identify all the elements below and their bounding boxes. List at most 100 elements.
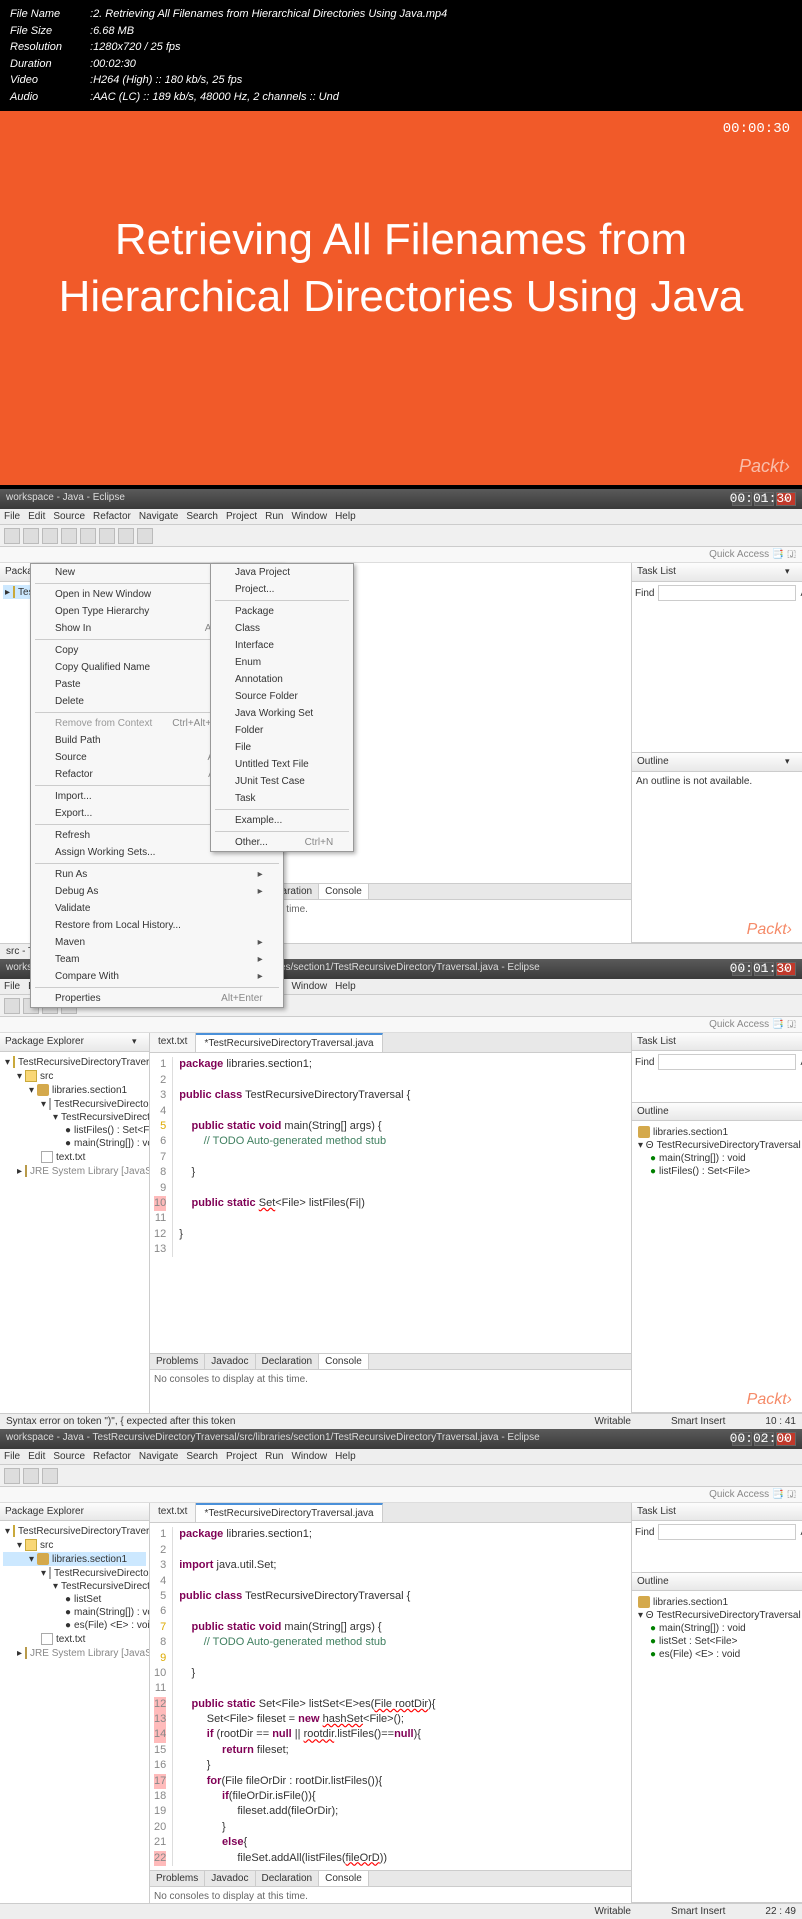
menu-run[interactable]: Run: [265, 511, 283, 522]
window-titlebar[interactable]: workspace - Java - TestRecursiveDirector…: [0, 1429, 802, 1449]
menu-item[interactable]: Team▸: [31, 951, 283, 968]
package-explorer-tab[interactable]: Package Explorer: [0, 1503, 149, 1521]
find-input[interactable]: [658, 585, 796, 601]
toolbar-icon[interactable]: [23, 528, 39, 544]
outline-method[interactable]: ●main(String[]) : void: [636, 1622, 798, 1635]
toolbar-icon[interactable]: [80, 528, 96, 544]
toolbar-icon[interactable]: [42, 1468, 58, 1484]
tasklist-tab[interactable]: Task List: [632, 1503, 802, 1521]
tree-jre[interactable]: ▸JRE System Library [JavaSE-1.8]: [3, 1164, 146, 1178]
menu-item[interactable]: Run As▸: [31, 866, 283, 883]
outline-tab[interactable]: Outline▾: [632, 753, 802, 772]
outline-method[interactable]: ●listSet : Set<File>: [636, 1635, 798, 1648]
menu-refactor[interactable]: Refactor: [93, 1451, 131, 1462]
toolbar-icon[interactable]: [137, 528, 153, 544]
quick-access-label[interactable]: Quick Access: [709, 549, 769, 560]
menu-item[interactable]: Java Project: [211, 564, 353, 581]
tree-method[interactable]: ●listFiles() : Set<File>: [3, 1124, 146, 1137]
outline-tab[interactable]: Outline: [632, 1573, 802, 1591]
menu-edit[interactable]: Edit: [28, 511, 45, 522]
menu-help[interactable]: Help: [335, 1451, 356, 1462]
menu-item[interactable]: Java Working Set: [211, 705, 353, 722]
tree-project[interactable]: ▾TestRecursiveDirectoryTraversal: [3, 1055, 146, 1069]
menu-item[interactable]: Example...: [211, 812, 353, 829]
menu-navigate[interactable]: Navigate: [139, 511, 178, 522]
editor-tab-text[interactable]: text.txt: [150, 1503, 196, 1522]
project-tree[interactable]: ▾TestRecursiveDirectoryTraversal ▾src ▾l…: [0, 1052, 149, 1413]
toolbar-icon[interactable]: [42, 528, 58, 544]
declaration-tab[interactable]: Declaration: [256, 1354, 320, 1369]
javadoc-tab[interactable]: Javadoc: [205, 1354, 255, 1369]
quick-access-label[interactable]: Quick Access: [709, 1019, 769, 1030]
menu-item[interactable]: Interface: [211, 637, 353, 654]
menu-file[interactable]: File: [4, 1451, 20, 1462]
tree-class[interactable]: ▾TestRecursiveDirectoryTraversal: [3, 1580, 146, 1593]
menu-project[interactable]: Project: [226, 1451, 257, 1462]
menu-file[interactable]: File: [4, 981, 20, 992]
menu-item[interactable]: File: [211, 739, 353, 756]
menu-run[interactable]: Run: [265, 1451, 283, 1462]
tasklist-tab[interactable]: Task List: [632, 1033, 802, 1051]
menu-item[interactable]: Annotation: [211, 671, 353, 688]
menu-refactor[interactable]: Refactor: [93, 511, 131, 522]
menu-item[interactable]: Project...: [211, 581, 353, 598]
menu-search[interactable]: Search: [186, 511, 218, 522]
toolbar-icon[interactable]: [23, 1468, 39, 1484]
tree-method[interactable]: ●listSet: [3, 1593, 146, 1606]
problems-tab[interactable]: Problems: [150, 1354, 205, 1369]
toolbar-icon[interactable]: [4, 998, 20, 1014]
outline-package[interactable]: libraries.section1: [636, 1125, 798, 1139]
menu-help[interactable]: Help: [335, 511, 356, 522]
tasklist-tab[interactable]: Task List▾: [632, 563, 802, 582]
tree-src[interactable]: ▾src: [3, 1069, 146, 1083]
project-tree[interactable]: ▾TestRecursiveDirectoryTraversal ▾src ▾l…: [0, 1521, 149, 1903]
problems-tab[interactable]: Problems: [150, 1871, 205, 1886]
toolbar-icon[interactable]: [4, 1468, 20, 1484]
tree-text-file[interactable]: text.txt: [3, 1150, 146, 1164]
menu-item[interactable]: JUnit Test Case: [211, 773, 353, 790]
menu-window[interactable]: Window: [291, 511, 327, 522]
menu-window[interactable]: Window: [291, 1451, 327, 1462]
menu-item[interactable]: Untitled Text File: [211, 756, 353, 773]
outline-tab[interactable]: Outline: [632, 1103, 802, 1121]
menu-item[interactable]: Source Folder: [211, 688, 353, 705]
editor-tab-text[interactable]: text.txt: [150, 1033, 196, 1052]
tree-package[interactable]: ▾libraries.section1: [3, 1552, 146, 1566]
tree-src[interactable]: ▾src: [3, 1538, 146, 1552]
tree-method[interactable]: ●main(String[]) : void: [3, 1606, 146, 1619]
javadoc-tab[interactable]: Javadoc: [205, 1871, 255, 1886]
toolbar-icon[interactable]: [118, 528, 134, 544]
console-tab[interactable]: Console: [319, 1871, 369, 1886]
toolbar-icon[interactable]: [99, 528, 115, 544]
menu-item[interactable]: Task: [211, 790, 353, 807]
code-editor[interactable]: 12345678910111213 package libraries.sect…: [150, 1053, 631, 1261]
tree-java-file[interactable]: ▾TestRecursiveDirectoryTraversal.ja: [3, 1097, 146, 1111]
outline-method[interactable]: ●listFiles() : Set<File>: [636, 1165, 798, 1178]
outline-method[interactable]: ●es(File) <E> : void: [636, 1648, 798, 1661]
toolbar-icon[interactable]: [61, 528, 77, 544]
menu-search[interactable]: Search: [186, 1451, 218, 1462]
menu-item[interactable]: Package: [211, 603, 353, 620]
outline-package[interactable]: libraries.section1: [636, 1595, 798, 1609]
menu-item[interactable]: Compare With▸: [31, 968, 283, 985]
menu-item[interactable]: Validate: [31, 900, 283, 917]
menu-item[interactable]: Enum: [211, 654, 353, 671]
menu-window[interactable]: Window: [291, 981, 327, 992]
menu-navigate[interactable]: Navigate: [139, 1451, 178, 1462]
quick-access-label[interactable]: Quick Access: [709, 1489, 769, 1500]
tree-jre[interactable]: ▸JRE System Library [JavaSE-1.8]: [3, 1646, 146, 1660]
package-explorer-tab[interactable]: Package Explorer▾: [0, 1033, 149, 1052]
console-tab[interactable]: Console: [319, 884, 369, 899]
console-tab[interactable]: Console: [319, 1354, 369, 1369]
tree-text-file[interactable]: text.txt: [3, 1632, 146, 1646]
menu-help[interactable]: Help: [335, 981, 356, 992]
menu-edit[interactable]: Edit: [28, 1451, 45, 1462]
menu-source[interactable]: Source: [53, 1451, 85, 1462]
toolbar-icon[interactable]: [4, 528, 20, 544]
tree-method[interactable]: ●es(File) <E> : void: [3, 1619, 146, 1632]
editor-tab-java[interactable]: *TestRecursiveDirectoryTraversal.java: [196, 1503, 382, 1522]
outline-method[interactable]: ●main(String[]) : void: [636, 1152, 798, 1165]
menu-item[interactable]: Maven▸: [31, 934, 283, 951]
outline-class[interactable]: ▾ ΘTestRecursiveDirectoryTraversal: [636, 1139, 798, 1152]
new-submenu[interactable]: Java ProjectProject...PackageClassInterf…: [210, 563, 354, 852]
